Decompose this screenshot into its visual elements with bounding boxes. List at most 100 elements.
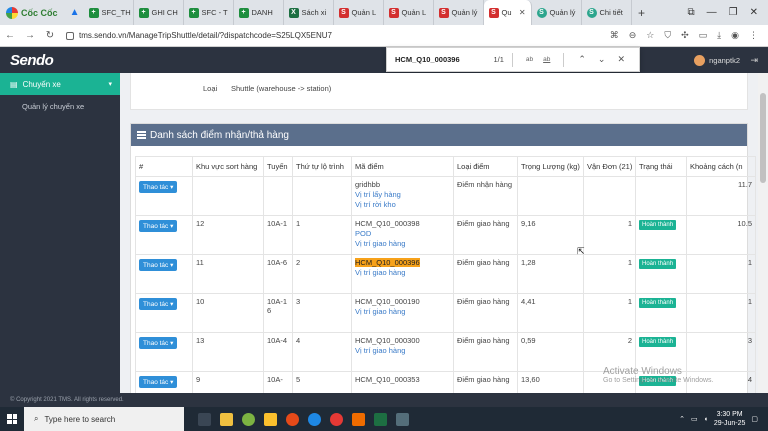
cell-weight: 13,60 <box>517 371 584 393</box>
browser-tab[interactable]: S Quản L <box>334 0 384 25</box>
clock[interactable]: 3:30 PM 29-Jun-25 <box>714 410 746 428</box>
cell-action: Thao tác ▾ <box>135 176 193 216</box>
find-input[interactable]: HCM_Q10_000396 <box>395 55 460 64</box>
browser-tab[interactable]: + SFC_TH <box>84 0 134 25</box>
tab-list: + SFC_TH + GHI CH + SFC - T + DANH X Sách xi S Quản… <box>84 0 632 25</box>
zoom-icon[interactable]: ⊖ <box>629 30 637 41</box>
cell-weight: 1,28 <box>517 254 584 294</box>
sticky-notes-icon[interactable] <box>264 412 277 426</box>
action-button[interactable]: Thao tác ▾ <box>139 337 178 349</box>
whole-word-button[interactable]: ab <box>543 56 550 63</box>
row-link[interactable]: Vị trí rời kho <box>355 200 450 209</box>
scrollbar-thumb[interactable] <box>760 93 766 183</box>
cell-weight: 0,59 <box>517 332 584 372</box>
cell-route: 10A-1 <box>263 215 293 255</box>
find-prev-icon[interactable]: ⌃ <box>578 54 586 65</box>
column-header: Vận Đơn (21) <box>583 156 636 177</box>
network-icon[interactable]: ▭ <box>691 415 698 423</box>
point-code: HCM_Q10_000353 <box>355 375 420 384</box>
sidebar-item-label: Chuyến xe <box>22 79 61 89</box>
excel-icon[interactable] <box>374 412 387 426</box>
browser-tab[interactable]: + SFC - T <box>184 0 234 25</box>
task-view-icon[interactable] <box>198 412 211 426</box>
translate-icon[interactable]: ⌘ <box>610 30 619 41</box>
browser-tab[interactable]: X Sách xi <box>284 0 334 25</box>
row-link[interactable]: Vị trí giao hàng <box>355 307 450 316</box>
taskbar-search[interactable]: ⌕ Type here to search <box>24 407 184 431</box>
profile-icon[interactable]: ◉ <box>731 30 739 41</box>
app-icon[interactable] <box>286 412 299 426</box>
action-button[interactable]: Thao tác ▾ <box>139 376 178 388</box>
sidebar-item-trips[interactable]: ▤ Chuyến xe ▾ <box>0 73 120 95</box>
row-link[interactable]: Vị trí lấy hàng <box>355 190 450 199</box>
tab-title: GHI CH <box>151 8 178 17</box>
action-button[interactable]: Thao tác ▾ <box>139 220 178 232</box>
table-row: Thao tác ▾ 11 10A-6 2 HCM_Q10_000396 Vị trí g… <box>135 254 756 294</box>
star-icon[interactable]: ☆ <box>646 30 654 41</box>
extensions-icon[interactable]: ✣ <box>681 30 689 41</box>
menu-icon[interactable]: ⋮ <box>749 30 758 41</box>
cell-sort: 11 <box>192 254 264 294</box>
cell-distance: 1 <box>686 293 756 333</box>
office-icon[interactable] <box>352 412 365 426</box>
browser-brand[interactable]: Cốc Cốc <box>0 6 66 19</box>
file-explorer-icon[interactable] <box>220 412 233 426</box>
user-menu[interactable]: nganptk2 <box>694 55 740 66</box>
restore-icon[interactable]: ❐ <box>729 7 738 18</box>
action-button[interactable]: Thao tác ▾ <box>139 181 178 193</box>
watermark-subtitle: Go to Settings to activate Windows. <box>603 377 714 384</box>
coccoc-taskbar-icon[interactable] <box>242 412 255 426</box>
panel-header: Danh sách điểm nhận/thả hàng <box>131 124 747 146</box>
browser-tab[interactable]: S Quản lý <box>532 0 582 25</box>
action-button[interactable]: Thao tác ▾ <box>139 259 178 271</box>
downloads-icon[interactable]: ⤓ <box>717 30 721 41</box>
start-button[interactable] <box>0 407 24 431</box>
tab-favicon-icon: + <box>188 7 199 18</box>
new-tab-button[interactable]: + <box>632 6 652 20</box>
reload-icon[interactable]: ↻ <box>40 30 60 41</box>
cell-status: Hoàn thành <box>635 215 687 255</box>
browser-tab[interactable]: S Quản L <box>384 0 434 25</box>
row-link[interactable]: Vị trí giao hàng <box>355 239 450 248</box>
volume-icon[interactable]: ◖ <box>704 416 708 423</box>
back-icon[interactable]: ← <box>0 30 20 41</box>
app-icon-2[interactable] <box>396 412 409 426</box>
chrome-icon[interactable] <box>330 412 343 426</box>
find-next-icon[interactable]: ⌄ <box>598 54 606 65</box>
row-link[interactable]: POD <box>355 229 450 238</box>
cell-route: 10A- <box>263 371 293 393</box>
tray-up-icon[interactable]: ⌃ <box>679 415 685 423</box>
sidebar-toggle-icon[interactable]: ▭ <box>699 30 708 41</box>
logout-icon[interactable]: ⇥ <box>750 55 758 66</box>
url-field[interactable]: tms.sendo.vn/ManageTripShuttle/detail/?d… <box>66 31 332 40</box>
close-tab-icon[interactable]: ✕ <box>519 8 526 17</box>
close-window-icon[interactable]: ✕ <box>750 7 758 18</box>
screenshot-icon[interactable]: ⧉ <box>688 7 695 18</box>
cell-weight: 4,41 <box>517 293 584 333</box>
sendo-logo[interactable]: Sendo <box>10 52 54 69</box>
site-info-icon[interactable] <box>66 31 74 40</box>
notifications-icon[interactable]: ▢ <box>751 415 758 423</box>
tab-title: Quản L <box>401 8 427 17</box>
match-case-button[interactable]: ab <box>526 56 533 63</box>
find-close-icon[interactable]: ✕ <box>617 54 625 65</box>
shield-icon[interactable]: ⛉ <box>664 30 671 41</box>
cell-order: 3 <box>292 293 352 333</box>
cell-distance: 1 <box>686 254 756 294</box>
minimize-icon[interactable]: — <box>707 7 717 18</box>
forward-icon[interactable]: → <box>20 30 40 41</box>
row-link[interactable]: Vị trí giao hàng <box>355 346 450 355</box>
action-button[interactable]: Thao tác ▾ <box>139 298 178 310</box>
browser-tab[interactable]: S Quản lý <box>434 0 484 25</box>
row-link[interactable]: Vị trí giao hàng <box>355 268 450 277</box>
browser-tab[interactable]: S Qu ✕ <box>483 0 532 25</box>
page-scrollbar[interactable] <box>758 73 768 393</box>
browser-tab[interactable]: S Chi tiết <box>582 0 632 25</box>
sidebar-subitem-manage-trips[interactable]: Quản lý chuyến xe <box>0 95 120 117</box>
browser-tab[interactable]: + DANH <box>234 0 284 25</box>
tab-title: Sách xi <box>301 8 327 17</box>
browser-tab[interactable]: + GHI CH <box>134 0 184 25</box>
cell-weight <box>517 176 584 216</box>
google-drive-icon[interactable]: ▲ <box>66 0 84 25</box>
edge-icon[interactable] <box>308 412 321 426</box>
